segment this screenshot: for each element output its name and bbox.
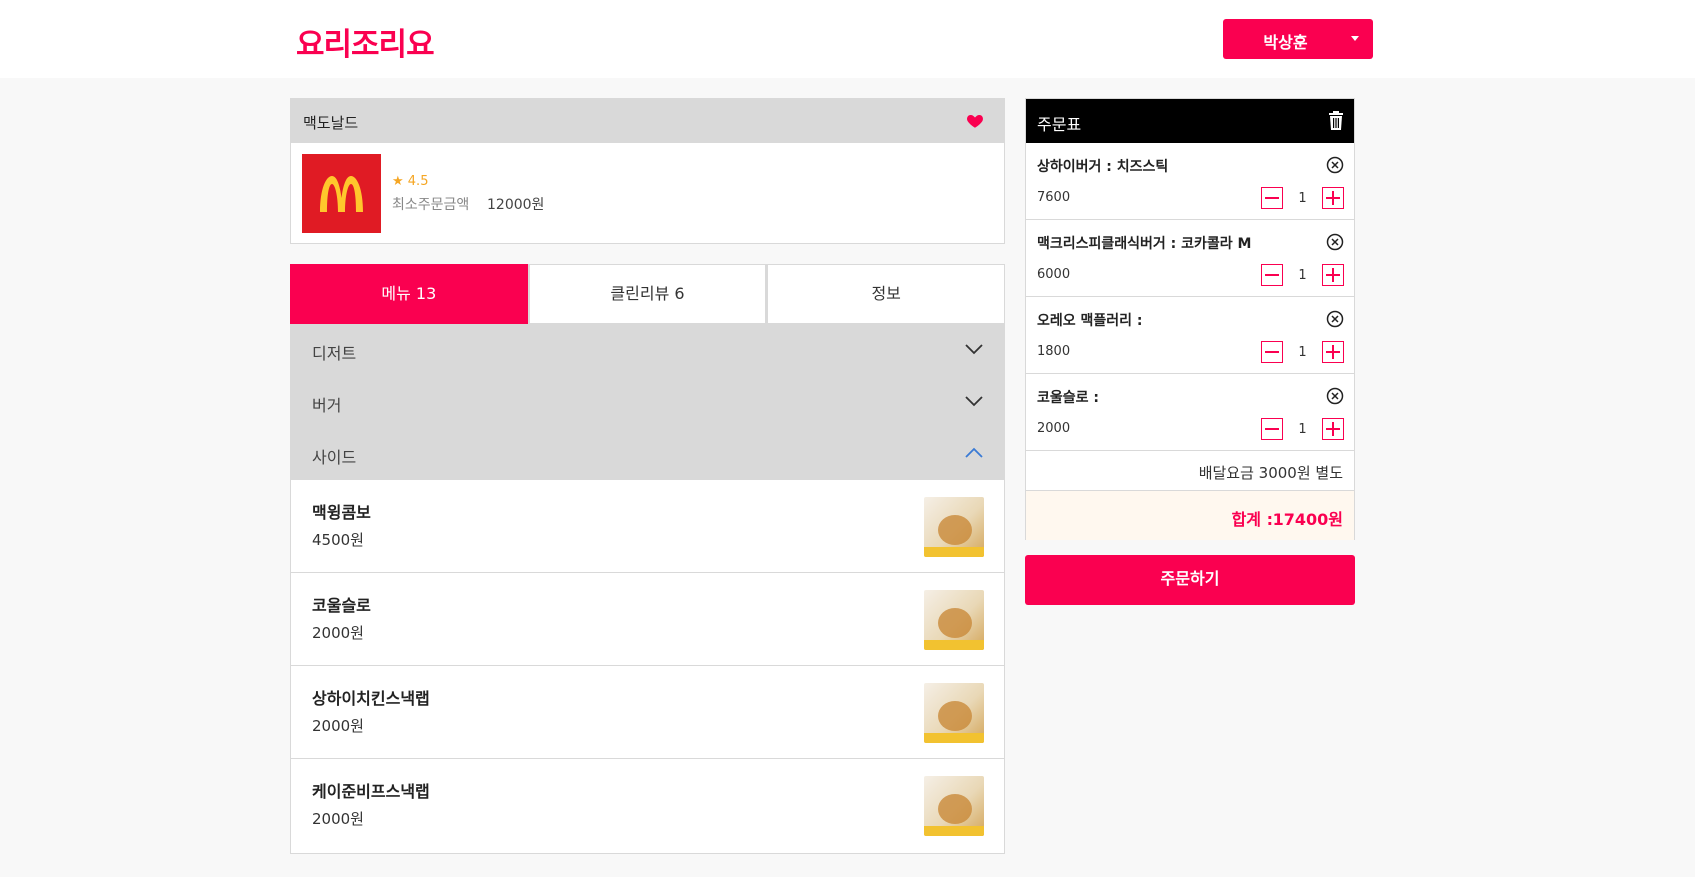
restaurant-logo xyxy=(302,154,381,233)
category-burger[interactable]: 버거 xyxy=(290,376,1005,428)
order-sheet: 주문표 상하이버거 : 치즈스틱 7600 1 맥크리스피클래식버거 : 코카콜… xyxy=(1025,98,1355,540)
restaurant-card: 맥도날드 ★ 4.5 최소주문금액 12000원 xyxy=(290,98,1005,244)
cart-item-name: 맥크리스피클래식버거 : 코카콜라 M xyxy=(1037,236,1252,252)
cart-item-name: 오레오 맥플러리 : xyxy=(1037,313,1143,329)
tab-reviews[interactable]: 클린리뷰 6 xyxy=(527,264,767,324)
cart-item-price: 2000 xyxy=(1037,421,1071,436)
cart-item: 맥크리스피클래식버거 : 코카콜라 M 6000 1 xyxy=(1026,220,1354,297)
quantity-decrease-button[interactable] xyxy=(1261,418,1283,440)
cart-item-price: 6000 xyxy=(1037,267,1071,282)
category-label: 디저트 xyxy=(312,344,357,363)
chevron-up-icon xyxy=(965,447,983,458)
order-sheet-title: 주문표 xyxy=(1037,115,1082,134)
cart-item: 코울슬로 : 2000 1 xyxy=(1026,374,1354,451)
trash-icon[interactable] xyxy=(1328,111,1344,130)
quantity-decrease-button[interactable] xyxy=(1261,264,1283,286)
quantity-increase-button[interactable] xyxy=(1322,187,1344,209)
category-label: 사이드 xyxy=(312,448,357,467)
menu-item[interactable]: 맥윙콤보 4500원 xyxy=(291,480,1004,573)
cart-item-price: 1800 xyxy=(1037,344,1071,359)
quantity-decrease-button[interactable] xyxy=(1261,341,1283,363)
quantity-decrease-button[interactable] xyxy=(1261,187,1283,209)
menu-item[interactable]: 상하이치킨스낵랩 2000원 xyxy=(291,666,1004,759)
category-side[interactable]: 사이드 xyxy=(290,428,1005,480)
menu-item-image xyxy=(924,683,984,743)
quantity-increase-button[interactable] xyxy=(1322,264,1344,286)
remove-circle-icon[interactable] xyxy=(1326,310,1344,328)
menu-item[interactable]: 코울슬로 2000원 xyxy=(291,573,1004,666)
min-order-value: 12000원 xyxy=(487,197,545,213)
total-row: 합계 : 17400원 xyxy=(1026,491,1354,540)
user-menu-button[interactable]: 박상훈 xyxy=(1223,19,1373,59)
category-dessert[interactable]: 디저트 xyxy=(290,324,1005,376)
chevron-down-icon xyxy=(965,344,983,355)
restaurant-name: 맥도날드 xyxy=(303,114,359,132)
cart-item-quantity: 1 xyxy=(1298,268,1307,283)
menu-item-name: 케이준비프스낵랩 xyxy=(312,782,430,801)
cart-item-quantity: 1 xyxy=(1298,422,1307,437)
menu-item-price: 4500원 xyxy=(312,531,364,549)
tab-menu[interactable]: 메뉴 13 xyxy=(290,264,528,324)
menu-item-price: 2000원 xyxy=(312,810,364,828)
tab-info[interactable]: 정보 xyxy=(766,264,1006,324)
cart-item-name: 코울슬로 : xyxy=(1037,390,1099,406)
tab-bar: 메뉴 13 클린리뷰 6 정보 xyxy=(290,264,1006,324)
caret-down-icon xyxy=(1351,36,1359,41)
menu-item-image xyxy=(924,776,984,836)
menu-item-price: 2000원 xyxy=(312,717,364,735)
total-value: 17400원 xyxy=(1272,510,1343,529)
remove-circle-icon[interactable] xyxy=(1326,387,1344,405)
cart-item-price: 7600 xyxy=(1037,190,1071,205)
remove-circle-icon[interactable] xyxy=(1326,156,1344,174)
menu-list: 맥윙콤보 4500원 코울슬로 2000원 상하이치킨스낵랩 2000원 케이준… xyxy=(290,480,1005,854)
rating: ★ 4.5 xyxy=(392,174,429,189)
cart-item: 상하이버거 : 치즈스틱 7600 1 xyxy=(1026,143,1354,220)
restaurant-header: 맥도날드 xyxy=(291,99,1004,143)
category-label: 버거 xyxy=(312,396,342,415)
user-name: 박상훈 xyxy=(1263,35,1308,52)
menu-item-image xyxy=(924,497,984,557)
order-sheet-header: 주문표 xyxy=(1026,99,1354,143)
heart-icon[interactable] xyxy=(966,112,984,130)
delivery-fee: 배달요금 3000원 별도 xyxy=(1198,464,1343,482)
cart-item-quantity: 1 xyxy=(1298,345,1307,360)
min-order-label: 최소주문금액 xyxy=(392,197,470,213)
delivery-fee-row: 배달요금 3000원 별도 xyxy=(1026,451,1354,491)
cart-item: 오레오 맥플러리 : 1800 1 xyxy=(1026,297,1354,374)
quantity-increase-button[interactable] xyxy=(1322,341,1344,363)
menu-item-image xyxy=(924,590,984,650)
cart-item-quantity: 1 xyxy=(1298,191,1307,206)
menu-item[interactable]: 케이준비프스낵랩 2000원 xyxy=(291,759,1004,852)
order-button[interactable]: 주문하기 xyxy=(1025,555,1355,605)
total-label: 합계 : xyxy=(1231,510,1273,529)
remove-circle-icon[interactable] xyxy=(1326,233,1344,251)
logo[interactable]: 요리조리요 xyxy=(296,19,435,64)
menu-item-name: 코울슬로 xyxy=(312,596,371,615)
menu-item-name: 상하이치킨스낵랩 xyxy=(312,689,430,708)
chevron-down-icon xyxy=(965,396,983,407)
header: 요리조리요 박상훈 xyxy=(0,0,1695,78)
menu-item-price: 2000원 xyxy=(312,624,364,642)
menu-item-name: 맥윙콤보 xyxy=(312,503,371,522)
quantity-increase-button[interactable] xyxy=(1322,418,1344,440)
cart-item-name: 상하이버거 : 치즈스틱 xyxy=(1037,159,1169,175)
